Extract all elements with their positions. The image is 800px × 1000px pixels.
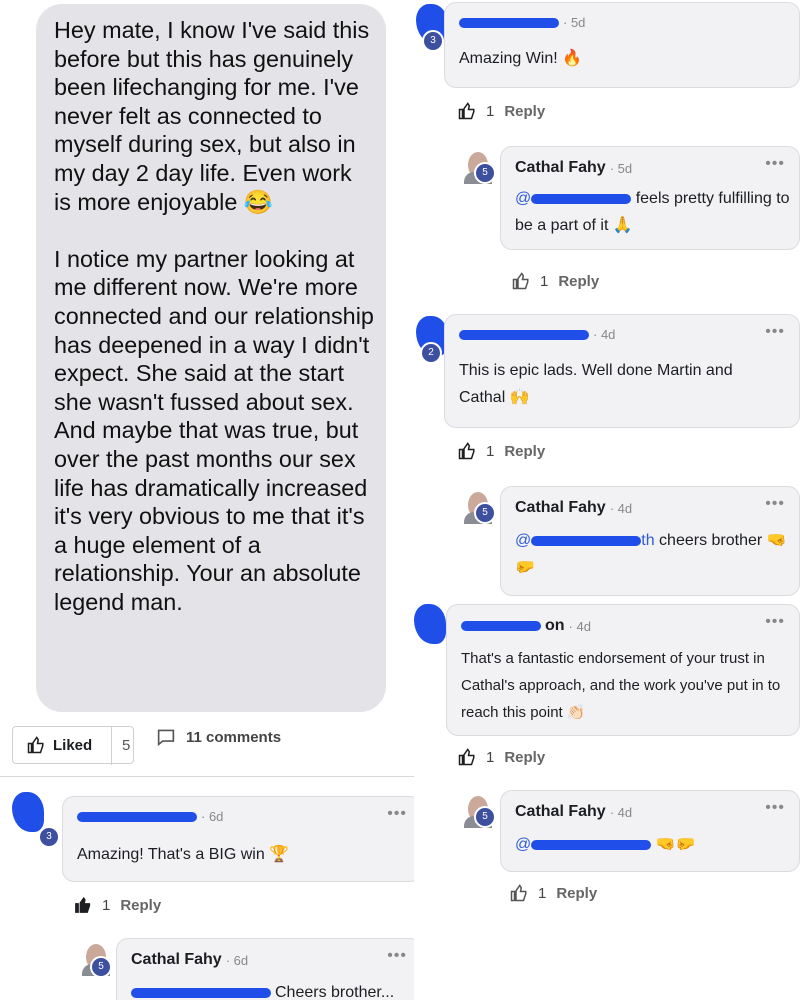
commenter-name[interactable]: Cathal Fahy xyxy=(515,803,606,821)
comment-body-wrap: @ th cheers brother 🤜🤛 xyxy=(515,527,795,581)
commenter-name[interactable]: on xyxy=(545,617,565,635)
comments-count-label: 11 comments xyxy=(186,728,282,746)
comment-body-row: Cheers brother... xyxy=(131,979,394,1000)
comment-bubble-icon xyxy=(156,728,176,746)
more-options-icon[interactable]: ••• xyxy=(765,155,785,173)
comments-button[interactable]: 11 comments xyxy=(156,728,281,746)
post-action-bar: Liked 5 11 comments xyxy=(0,718,428,777)
comment-time: · 4d xyxy=(609,804,633,820)
comment-card: Cathal Fahy · 6d ••• Cheers brother... xyxy=(116,938,422,1000)
comment-card: · 4d ••• This is epic lads. Well done Ma… xyxy=(444,314,800,428)
comment-actions: 1 Reply xyxy=(458,748,545,766)
comment-body: Cheers brother... xyxy=(275,984,395,1000)
comment-time: · 5d xyxy=(563,15,586,30)
redacted-mention xyxy=(531,193,632,204)
comment-body: This is epic lads. Well done Martin and … xyxy=(459,362,733,406)
comment-card: · 6d ••• Amazing! That's a BIG win 🏆 xyxy=(62,796,422,882)
comment-time: · 4d xyxy=(593,327,616,342)
comment-actions: 1 Reply xyxy=(510,884,597,902)
comment-time: · 6d xyxy=(201,809,224,824)
liked-label: Liked xyxy=(53,736,93,754)
comment-time: · 5d xyxy=(609,160,633,176)
comment-card: Cathal Fahy · 4d ••• @ th cheers brother … xyxy=(500,486,800,596)
level-badge: 2 xyxy=(420,342,442,364)
comment-body: 🤜🤛 xyxy=(655,836,696,853)
liked-count: 5 xyxy=(111,727,130,765)
comment-card: · 5d Amazing Win! 🔥 xyxy=(444,2,800,88)
comment-body-wrap: @ 🤜🤛 xyxy=(515,831,696,858)
mention-prefix[interactable]: @ xyxy=(515,836,531,853)
liked-button[interactable]: Liked 5 xyxy=(12,726,134,765)
like-count: 1 xyxy=(538,884,547,902)
comment-card: Cathal Fahy · 5d ••• @ feels pretty fulf… xyxy=(500,146,800,250)
redacted-name xyxy=(459,17,559,28)
level-badge: 3 xyxy=(422,30,444,52)
mention-tail[interactable]: th xyxy=(641,532,654,549)
like-count: 1 xyxy=(102,896,111,914)
thumbs-up-icon[interactable] xyxy=(512,272,530,290)
level-badge: 5 xyxy=(474,162,496,184)
like-count: 1 xyxy=(486,102,495,120)
level-badge: 5 xyxy=(474,502,496,524)
more-options-icon[interactable]: ••• xyxy=(765,323,785,341)
like-count: 1 xyxy=(486,748,495,766)
reply-link[interactable]: Reply xyxy=(558,273,599,290)
more-options-icon[interactable]: ••• xyxy=(765,495,785,513)
comment-time: · 4d xyxy=(609,500,633,516)
commenter-name[interactable]: Cathal Fahy xyxy=(515,499,606,517)
thumbs-up-icon[interactable] xyxy=(458,442,476,460)
commenter-name[interactable]: Cathal Fahy xyxy=(515,159,606,177)
redacted-mention xyxy=(531,839,652,850)
commenter-name[interactable]: Cathal Fahy xyxy=(131,951,222,969)
thumbs-up-icon[interactable] xyxy=(458,102,476,120)
comment-body: Amazing Win! 🔥 xyxy=(459,50,583,67)
redacted-name xyxy=(77,811,197,822)
comment-time: · 4d xyxy=(568,618,591,634)
right-screenshot-panel: 3 · 5d Amazing Win! 🔥 1 Reply 5 Cathal F… xyxy=(414,0,800,1000)
comment-actions: 1 Reply xyxy=(458,102,545,120)
thumbs-up-icon[interactable] xyxy=(510,884,528,902)
level-badge: 5 xyxy=(90,956,112,978)
comment-actions: 1 Reply xyxy=(74,896,161,914)
more-options-icon[interactable]: ••• xyxy=(387,805,407,823)
reply-link[interactable]: Reply xyxy=(504,749,545,766)
more-options-icon[interactable]: ••• xyxy=(387,947,407,965)
reply-link[interactable]: Reply xyxy=(504,103,545,120)
redacted-name xyxy=(461,621,541,631)
comment-body: That's a fantastic endorsement of your t… xyxy=(461,650,781,721)
thumbs-up-icon xyxy=(27,736,45,754)
redacted-avatar xyxy=(12,792,44,832)
thumbs-up-icon[interactable] xyxy=(74,896,92,914)
mention-prefix[interactable]: @ xyxy=(515,190,531,207)
message-text: Hey mate, I know I've said this before b… xyxy=(54,17,374,615)
comment-body: Amazing! That's a BIG win 🏆 xyxy=(77,846,290,863)
like-count: 1 xyxy=(486,442,495,460)
redacted-mention xyxy=(131,987,271,998)
comment-actions: 1 Reply xyxy=(458,442,545,460)
reply-link[interactable]: Reply xyxy=(120,897,161,914)
reply-link[interactable]: Reply xyxy=(556,885,597,902)
comment-actions: 1 Reply xyxy=(512,272,599,290)
reply-link[interactable]: Reply xyxy=(504,443,545,460)
more-options-icon[interactable]: ••• xyxy=(765,613,785,631)
thumbs-up-icon[interactable] xyxy=(458,748,476,766)
more-options-icon[interactable]: ••• xyxy=(765,799,785,817)
redacted-name xyxy=(459,329,589,340)
comment-card: on · 4d ••• That's a fantastic endorseme… xyxy=(446,604,800,736)
redacted-avatar xyxy=(414,604,446,644)
redacted-mention xyxy=(531,535,642,546)
mention-prefix[interactable]: @ xyxy=(515,532,531,549)
left-screenshot-panel: Hey mate, I know I've said this before b… xyxy=(0,0,428,1000)
level-badge: 3 xyxy=(38,826,60,848)
comment-body-wrap: @ feels pretty fulfilling to be a part o… xyxy=(515,185,795,239)
level-badge: 5 xyxy=(474,806,496,828)
comment-time: · 6d xyxy=(225,952,249,968)
comment-card: Cathal Fahy · 4d ••• @ 🤜🤛 xyxy=(500,790,800,872)
like-count: 1 xyxy=(540,272,549,290)
